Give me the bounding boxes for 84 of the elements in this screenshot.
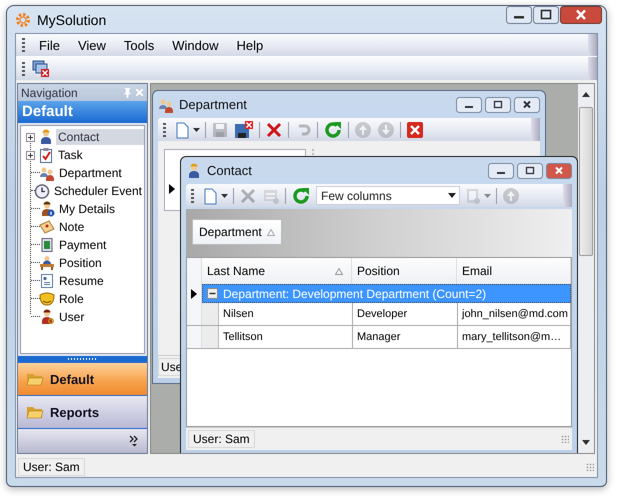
- maximize-button[interactable]: [485, 96, 511, 112]
- minimize-button[interactable]: [488, 162, 514, 178]
- table-cell: mary_tellitson@m…: [458, 326, 571, 348]
- group-button[interactable]: Reports: [18, 395, 147, 428]
- scroll-thumb[interactable]: [579, 107, 593, 256]
- group-header: Default: [18, 101, 147, 123]
- table-cell: Manager: [353, 326, 458, 348]
- close-windows-icon[interactable]: [32, 60, 50, 78]
- tree-item[interactable]: Scheduler Event: [52, 183, 144, 199]
- workers-icon: [158, 96, 174, 112]
- minimize-button[interactable]: [456, 96, 482, 112]
- maximize-button[interactable]: [517, 162, 543, 178]
- menu-item[interactable]: Window: [165, 38, 226, 52]
- chevron-icon[interactable]: [129, 435, 139, 447]
- close-button[interactable]: [560, 6, 602, 24]
- caret-icon[interactable]: [221, 194, 228, 198]
- tree-item[interactable]: Task: [56, 147, 144, 163]
- scroll-down-icon[interactable]: [582, 440, 590, 445]
- table-cell: Tellitson: [219, 326, 353, 348]
- expand-icon[interactable]: [26, 150, 35, 160]
- folder-icon: [26, 371, 44, 387]
- group-indent: [202, 303, 219, 325]
- mask-icon: [39, 291, 55, 307]
- expand-icon[interactable]: [26, 132, 35, 142]
- tree-item[interactable]: Contact: [56, 129, 144, 145]
- person-info-icon: [39, 201, 55, 217]
- new-document-icon[interactable]: [174, 120, 190, 138]
- dropdown-arrow-icon[interactable]: [448, 193, 456, 198]
- tree-item[interactable]: Role: [57, 291, 144, 307]
- tree-item[interactable]: Resume: [57, 273, 144, 289]
- caret-icon[interactable]: [193, 128, 200, 132]
- person-key-icon: [39, 309, 55, 325]
- group-column-header[interactable]: Department: [192, 219, 282, 245]
- panel-title: Navigation: [21, 86, 78, 100]
- window-title: Department: [179, 97, 247, 112]
- status-text: User: Sam: [188, 430, 255, 448]
- tree-item[interactable]: Payment: [57, 237, 144, 253]
- person-desk-icon: [39, 255, 55, 271]
- window-title: MySolution: [37, 12, 106, 28]
- tree-item[interactable]: Note: [57, 219, 144, 235]
- resize-grip[interactable]: [586, 462, 594, 470]
- menu-item[interactable]: Help: [230, 38, 270, 52]
- menu-item[interactable]: File: [32, 38, 67, 52]
- menu-item[interactable]: Tools: [116, 38, 162, 52]
- row-indicator-icon: [169, 184, 175, 194]
- new-document-icon[interactable]: [202, 186, 218, 204]
- worker-icon: [38, 129, 54, 145]
- splitter[interactable]: [18, 356, 147, 362]
- sort-icon: [266, 228, 275, 236]
- table-cell: Developer: [353, 303, 458, 325]
- tree-item[interactable]: Department: [57, 165, 144, 181]
- worker-icon: [186, 162, 202, 178]
- tree-item[interactable]: My Details: [57, 201, 144, 217]
- status-text: User: Sam: [18, 458, 85, 476]
- table-cell: john_nilsen@md.com: [458, 303, 571, 325]
- close-button[interactable]: [514, 96, 540, 112]
- scrollbar[interactable]: [578, 84, 594, 453]
- refresh-icon[interactable]: [291, 186, 311, 206]
- clipboard-check-icon: [38, 147, 54, 163]
- collapse-icon[interactable]: [207, 288, 218, 299]
- document-icon: [39, 273, 55, 289]
- minimize-button[interactable]: [506, 6, 532, 24]
- window-title: Contact: [207, 163, 252, 178]
- gear-icon: [15, 12, 31, 28]
- group-indent: [202, 326, 219, 348]
- table-cell: Nilsen: [219, 303, 353, 325]
- scroll-up-icon[interactable]: [582, 92, 590, 97]
- row-indicator-icon: [191, 288, 197, 298]
- view-combo[interactable]: Few columns: [316, 186, 460, 205]
- clock-icon: [34, 183, 50, 199]
- close-icon[interactable]: [406, 120, 424, 138]
- tree-item[interactable]: Position: [57, 255, 144, 271]
- refresh-icon[interactable]: [323, 120, 343, 140]
- group-button[interactable]: Default: [18, 362, 147, 395]
- note-icon: [39, 219, 55, 235]
- folder-icon: [26, 404, 44, 420]
- workers-icon: [39, 165, 55, 181]
- tree-item[interactable]: User: [57, 309, 144, 325]
- resize-grip[interactable]: [561, 435, 569, 443]
- save-close-icon[interactable]: [234, 120, 254, 138]
- delete-icon[interactable]: [265, 120, 283, 138]
- money-icon: [39, 237, 55, 253]
- menu-item[interactable]: View: [70, 38, 113, 52]
- maximize-button[interactable]: [533, 6, 559, 24]
